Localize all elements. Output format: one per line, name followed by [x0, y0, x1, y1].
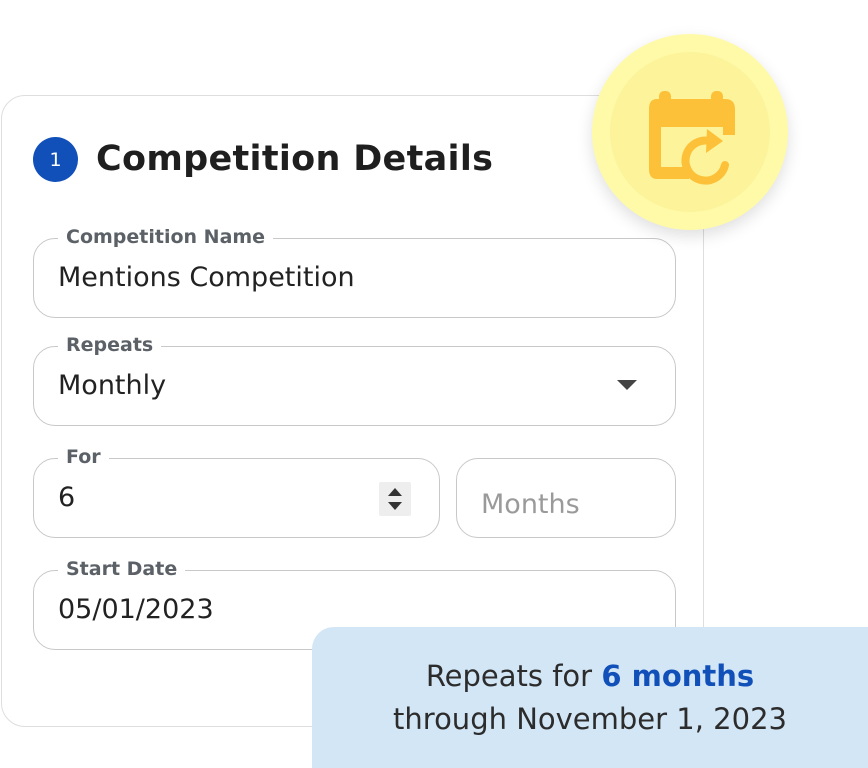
calendar-repeat-icon [649, 91, 735, 185]
chevron-down-icon[interactable] [617, 380, 637, 390]
repeats-label: Repeats [58, 332, 162, 358]
repeats-value: Monthly [58, 370, 167, 401]
stepper-up-icon[interactable] [388, 488, 402, 496]
summary-line-1: Repeats for 6 months [312, 655, 868, 698]
for-number-input[interactable]: For 6 [33, 444, 440, 538]
summary-duration: 6 months [601, 659, 755, 693]
number-stepper[interactable] [379, 482, 411, 516]
step-number-badge: 1 [33, 137, 78, 182]
card-title: Competition Details [96, 139, 494, 179]
summary-prefix: Repeats for [425, 659, 602, 693]
competition-name-label: Competition Name [58, 224, 274, 250]
repeat-summary-banner: Repeats for 6 months through November 1,… [312, 627, 868, 768]
competition-name-value: Mentions Competition [58, 262, 355, 293]
start-date-label: Start Date [58, 556, 186, 582]
summary-end-date: through November 1, 2023 [393, 702, 787, 736]
for-value: 6 [58, 482, 76, 513]
months-field[interactable]: Months [456, 458, 676, 538]
start-date-value: 05/01/2023 [58, 594, 214, 625]
competition-name-field[interactable]: Competition Name Mentions Competition [33, 224, 676, 318]
months-placeholder: Months [481, 489, 580, 520]
repeats-select[interactable]: Repeats Monthly [33, 332, 676, 426]
for-label: For [58, 444, 109, 470]
stepper-down-icon[interactable] [388, 502, 402, 510]
